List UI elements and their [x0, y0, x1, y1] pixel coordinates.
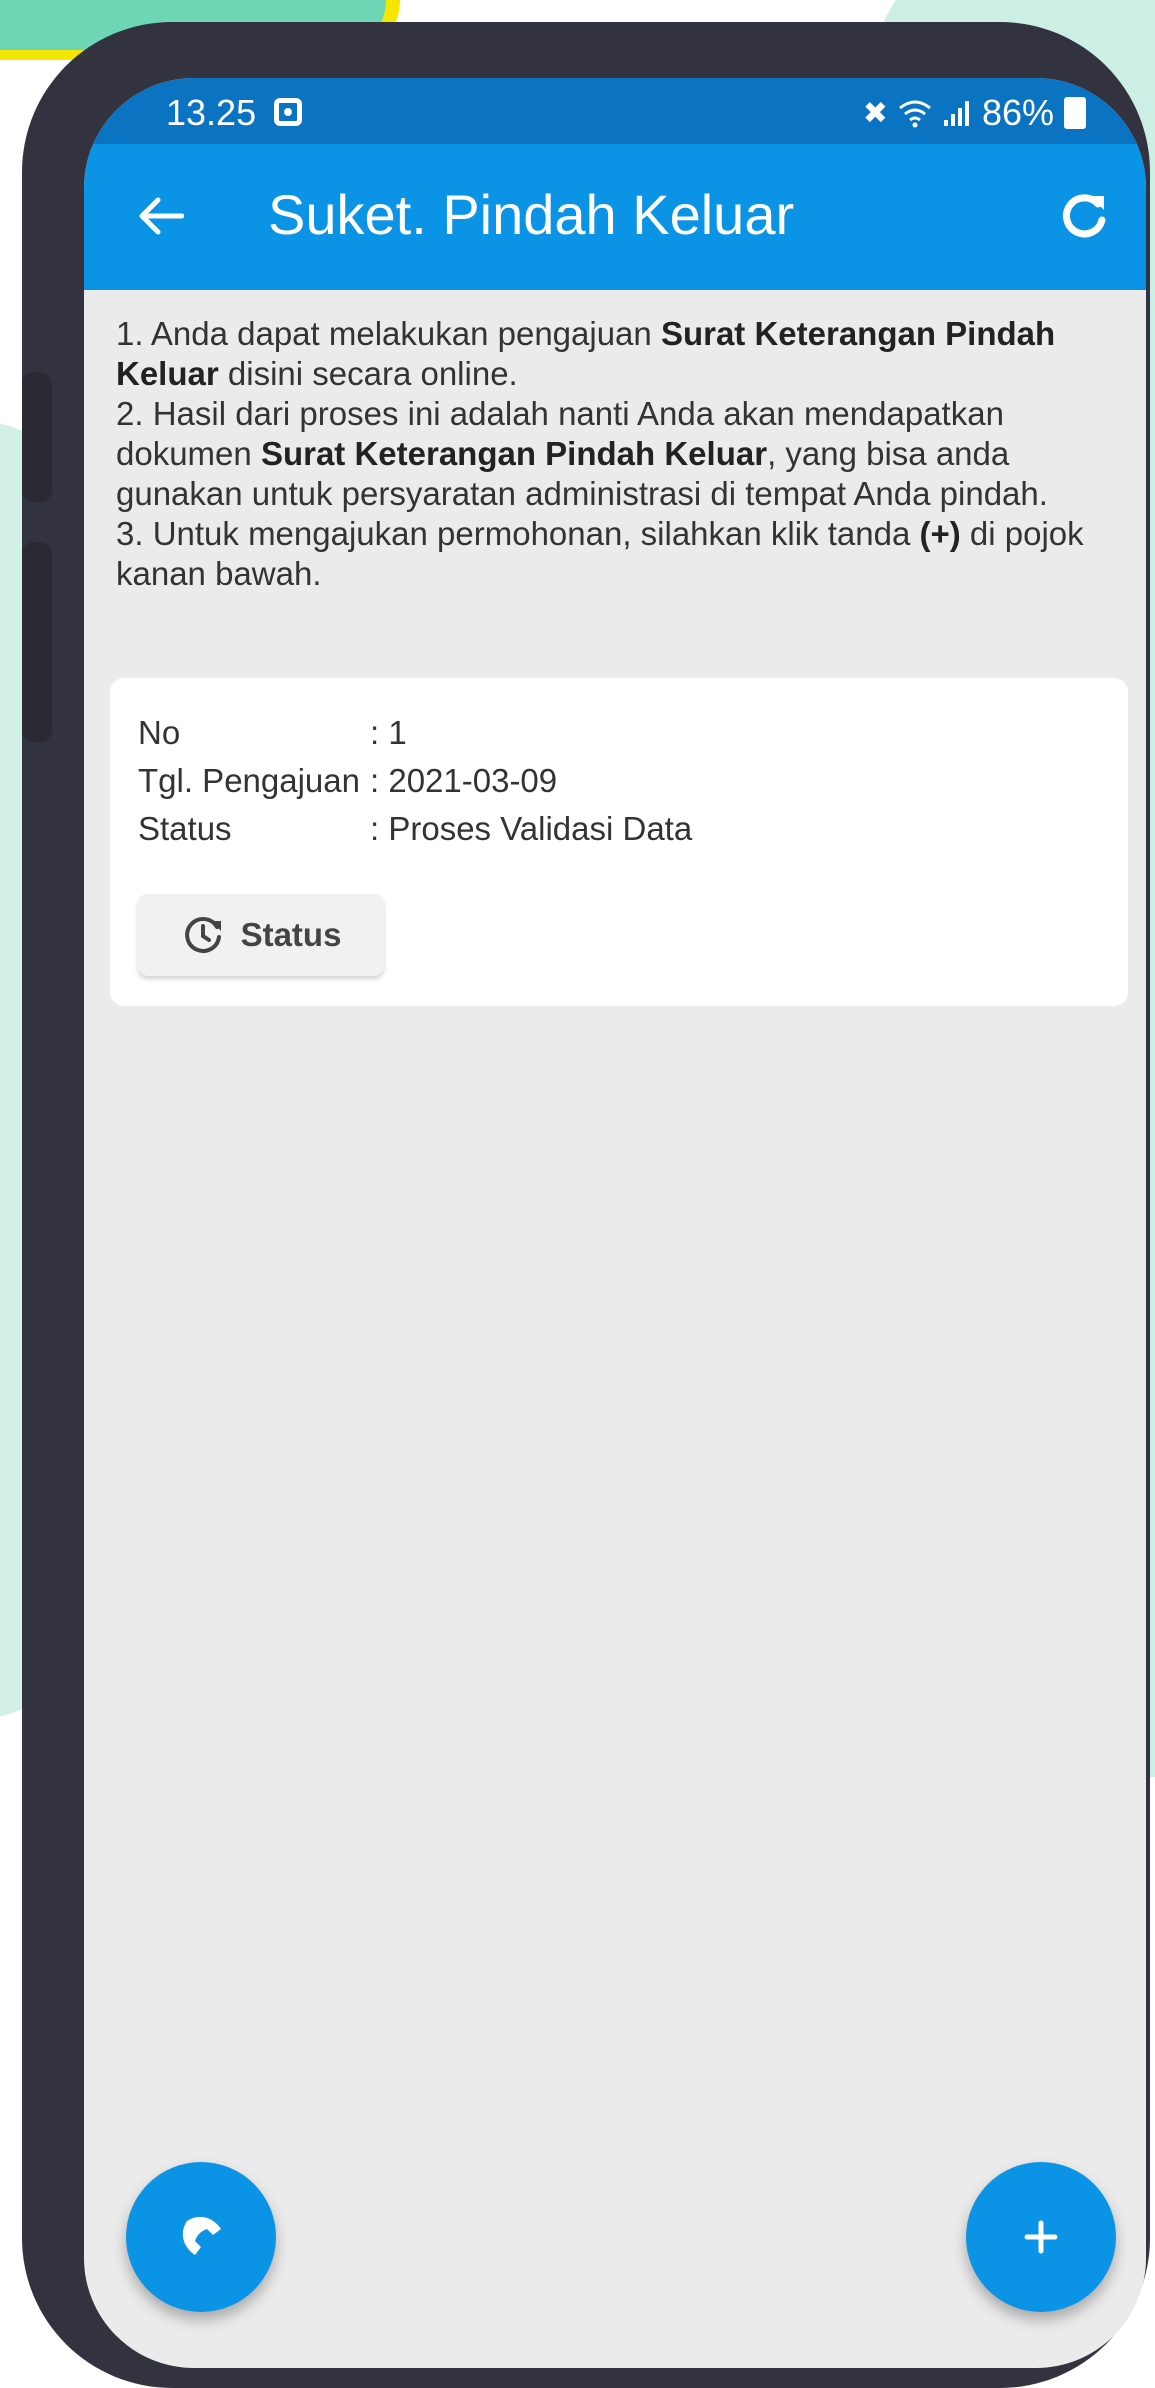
instruction-text: disini secara online. — [218, 355, 518, 392]
wifi-icon — [899, 100, 931, 128]
status-value: : Proses Validasi Data — [370, 810, 693, 847]
plus-icon — [1024, 2220, 1058, 2254]
phone-side-button — [22, 542, 52, 742]
battery-percent: 86% — [981, 92, 1054, 133]
date-label: Tgl. Pengajuan — [138, 762, 360, 799]
submission-card[interactable]: No : 1 Tgl. Pengajuan : 2021-03-09 Statu… — [110, 678, 1128, 1006]
instruction-bold: (+) — [919, 515, 961, 552]
no-label: No — [138, 714, 181, 751]
page-title: Suket. Pindah Keluar — [268, 183, 795, 246]
instruction-bold: Surat Keterangan Pindah Keluar — [260, 435, 768, 472]
status-bar: 13.25 ✖ 86% — [84, 78, 1146, 144]
app-bar: Suket. Pindah Keluar — [84, 144, 1146, 290]
refresh-icon[interactable] — [1052, 184, 1116, 248]
notification-icon — [274, 98, 302, 126]
phone-frame: 13.25 ✖ 86% Suket. Pindah Keluar 1. Anda… — [22, 22, 1150, 2388]
instruction-text: 3. Untuk mengajukan permohonan, silahkan… — [116, 515, 920, 552]
add-button[interactable] — [966, 2162, 1116, 2312]
instruction-text: 1. Anda dapat melakukan pengajuan — [116, 315, 661, 352]
row-date: Tgl. Pengajuan : 2021-03-09 — [138, 762, 557, 800]
status-time: 13.25 — [166, 92, 257, 133]
history-icon — [184, 916, 221, 953]
no-value: : 1 — [370, 714, 407, 751]
status-label: Status — [138, 810, 232, 847]
instructions-text: 1. Anda dapat melakukan pengajuan Surat … — [116, 314, 1126, 594]
status-icons: ✖ 86% — [863, 92, 1086, 134]
row-no: No : 1 — [138, 714, 407, 752]
signal-icon — [943, 101, 969, 126]
stage: 13.25 ✖ 86% Suket. Pindah Keluar 1. Anda… — [0, 0, 1155, 2388]
call-button[interactable] — [126, 2162, 276, 2312]
phone-screen: 13.25 ✖ 86% Suket. Pindah Keluar 1. Anda… — [84, 78, 1146, 2368]
phone-icon — [182, 2216, 221, 2255]
status-button[interactable]: Status — [138, 894, 384, 976]
status-button-label: Status — [240, 916, 342, 953]
date-value: : 2021-03-09 — [370, 762, 558, 799]
row-status: Status : Proses Validasi Data — [138, 810, 692, 848]
phone-side-button — [22, 372, 52, 502]
mute-icon: ✖ — [862, 96, 888, 130]
battery-icon — [1064, 97, 1086, 129]
arrow-left-icon[interactable] — [128, 184, 192, 248]
